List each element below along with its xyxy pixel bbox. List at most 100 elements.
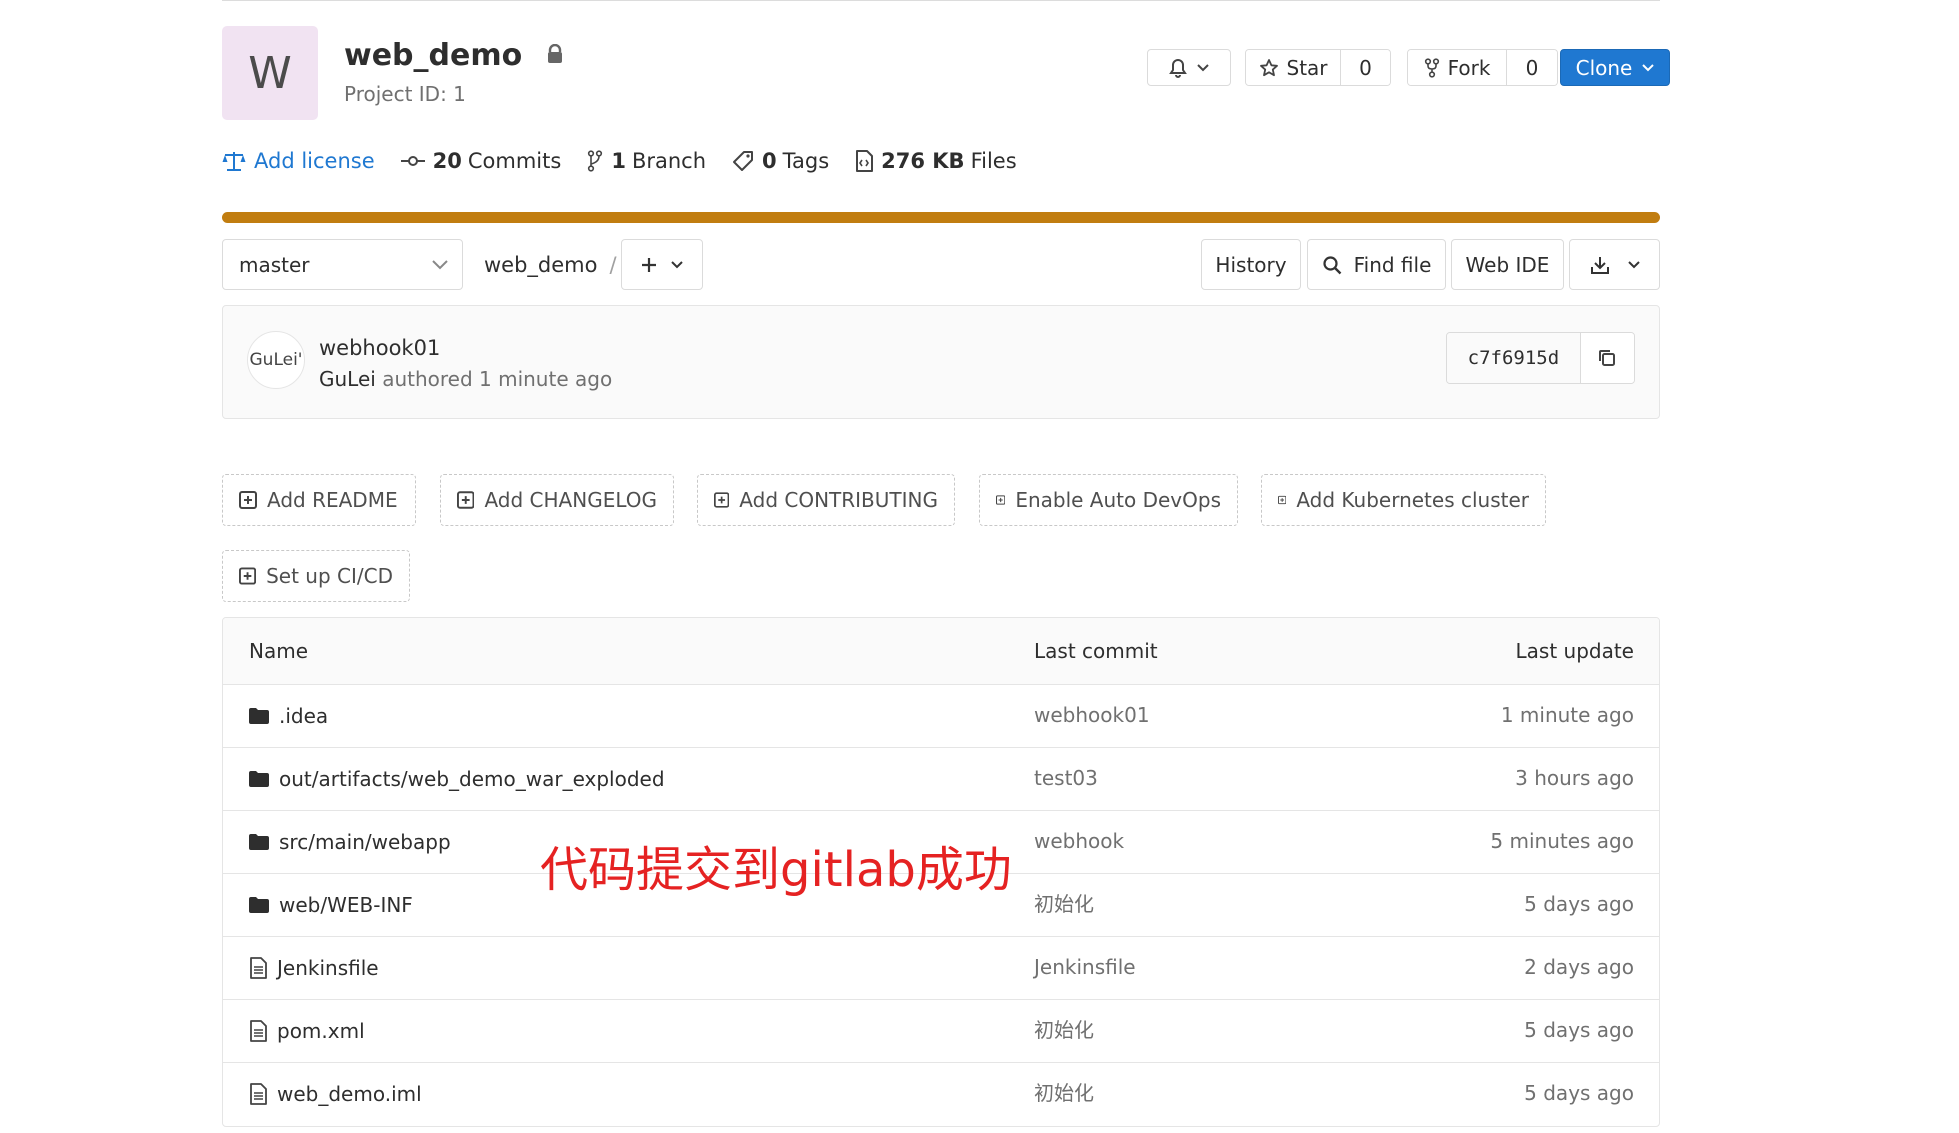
file-last-update: 5 days ago: [1524, 1018, 1634, 1042]
file-name-cell[interactable]: web_demo.iml: [249, 1062, 422, 1125]
file-last-commit[interactable]: webhook01: [1034, 684, 1150, 747]
table-row[interactable]: web_demo.iml 初始化 5 days ago: [223, 1062, 1659, 1125]
plus-square-icon: [714, 492, 730, 508]
file-last-commit[interactable]: test03: [1034, 747, 1098, 810]
setup-ci-cd-button[interactable]: Set up CI/CD: [222, 550, 410, 602]
file-name[interactable]: .idea: [279, 704, 328, 728]
folder-icon: [249, 833, 269, 850]
project-avatar[interactable]: W: [222, 26, 318, 120]
file-last-commit[interactable]: 初始化: [1034, 999, 1094, 1062]
lock-icon: [547, 43, 562, 63]
enable-auto-devops-button[interactable]: Enable Auto DevOps: [979, 474, 1238, 526]
clone-button[interactable]: Clone: [1560, 49, 1670, 86]
commit-title[interactable]: webhook01: [319, 333, 440, 363]
star-group: Star 0: [1245, 49, 1391, 86]
copy-icon: [1599, 350, 1616, 366]
file-last-update: 5 minutes ago: [1490, 829, 1634, 853]
project-name[interactable]: web_demo: [344, 38, 522, 73]
project-id: Project ID: 1: [344, 82, 466, 106]
file-last-commit[interactable]: Jenkinsfile: [1034, 936, 1136, 999]
project-avatar-letter: W: [248, 47, 292, 99]
commit-icon: [400, 156, 425, 166]
star-button[interactable]: Star: [1246, 50, 1341, 85]
file-name[interactable]: out/artifacts/web_demo_war_exploded: [279, 767, 665, 791]
table-row[interactable]: Jenkinsfile Jenkinsfile 2 days ago: [223, 936, 1659, 1000]
setup-ci-cd-label: Set up CI/CD: [266, 564, 393, 588]
file-name-cell[interactable]: web/WEB-INF: [249, 873, 413, 936]
table-header: Name Last commit Last update: [223, 618, 1659, 685]
folder-icon: [249, 707, 269, 724]
add-license-link[interactable]: Add license: [222, 149, 375, 173]
add-contributing-button[interactable]: Add CONTRIBUTING: [697, 474, 955, 526]
add-changelog-label: Add CHANGELOG: [484, 488, 657, 512]
file-name[interactable]: src/main/webapp: [279, 830, 451, 854]
files-size-value: 276 KB: [881, 149, 965, 173]
file-last-update: 1 minute ago: [1500, 703, 1634, 727]
file-name[interactable]: pom.xml: [277, 1019, 365, 1043]
file-name-cell[interactable]: pom.xml: [249, 999, 365, 1062]
commits-label: Commits: [467, 149, 562, 173]
file-name-cell[interactable]: src/main/webapp: [249, 810, 451, 873]
table-row[interactable]: .idea webhook01 1 minute ago: [223, 684, 1659, 748]
commit-author[interactable]: GuLei: [319, 367, 376, 391]
file-last-update: 5 days ago: [1524, 1081, 1634, 1105]
notification-dropdown[interactable]: [1147, 49, 1231, 86]
plus-square-icon: [239, 491, 257, 509]
header-last-update: Last update: [1515, 639, 1635, 663]
branch-dropdown[interactable]: master: [222, 239, 463, 290]
add-license-label: Add license: [254, 149, 375, 173]
files-label: Files: [970, 149, 1017, 173]
copy-sha-button[interactable]: [1579, 333, 1634, 383]
breadcrumb-root[interactable]: web_demo: [484, 253, 597, 277]
table-row[interactable]: pom.xml 初始化 5 days ago: [223, 999, 1659, 1063]
fork-group: Fork 0: [1407, 49, 1558, 86]
table-row[interactable]: out/artifacts/web_demo_war_exploded test…: [223, 747, 1659, 811]
file-last-commit[interactable]: 初始化: [1034, 1062, 1094, 1125]
top-divider: [222, 0, 1660, 1]
add-kubernetes-cluster-button[interactable]: Add Kubernetes cluster: [1261, 474, 1546, 526]
add-readme-button[interactable]: Add README: [222, 474, 416, 526]
folder-icon: [249, 770, 269, 787]
web-ide-label: Web IDE: [1465, 252, 1550, 277]
web-ide-button[interactable]: Web IDE: [1451, 239, 1564, 290]
find-file-button[interactable]: Find file: [1307, 239, 1446, 290]
commits-link[interactable]: 20 Commits: [400, 149, 562, 173]
chevron-down-icon: [671, 260, 683, 268]
avatar[interactable]: GuLei': [247, 331, 305, 389]
commit-sha[interactable]: c7f6915d: [1447, 333, 1580, 383]
chevron-down-icon: [1627, 260, 1640, 268]
file-last-update: 2 days ago: [1524, 955, 1634, 979]
file-last-update: 3 hours ago: [1515, 766, 1634, 790]
add-to-tree-dropdown[interactable]: [621, 239, 703, 290]
file-name[interactable]: web_demo.iml: [277, 1082, 422, 1106]
plus-square-icon: [457, 491, 475, 509]
star-icon: [1259, 58, 1278, 76]
file-last-commit[interactable]: 初始化: [1034, 873, 1094, 936]
commits-count: 20: [432, 149, 462, 173]
file-name-cell[interactable]: out/artifacts/web_demo_war_exploded: [249, 747, 665, 810]
file-name[interactable]: web/WEB-INF: [279, 893, 413, 917]
file-name-cell[interactable]: .idea: [249, 684, 328, 747]
add-changelog-button[interactable]: Add CHANGELOG: [440, 474, 674, 526]
download-dropdown[interactable]: [1569, 239, 1660, 290]
fork-button[interactable]: Fork: [1408, 50, 1507, 85]
file-name[interactable]: Jenkinsfile: [277, 956, 379, 980]
files-size[interactable]: 276 KB Files: [855, 149, 1017, 173]
tags-count: 0: [762, 149, 777, 173]
project-stats: Add license 20 Commits 1 Branch 0 Tags 2…: [222, 144, 1043, 178]
fork-count[interactable]: 0: [1506, 50, 1557, 85]
history-button[interactable]: History: [1201, 239, 1301, 290]
plus-square-icon: [239, 567, 257, 585]
plus-icon: [642, 257, 656, 272]
file-name-cell[interactable]: Jenkinsfile: [249, 936, 379, 999]
history-label: History: [1215, 252, 1287, 277]
tags-link[interactable]: 0 Tags: [732, 149, 829, 173]
folder-icon: [249, 896, 269, 913]
success-annotation: 代码提交到gitlab成功: [540, 842, 1012, 898]
bell-icon: [1169, 58, 1187, 78]
star-count[interactable]: 0: [1340, 50, 1390, 85]
find-file-label: Find file: [1353, 252, 1432, 277]
branches-link[interactable]: 1 Branch: [587, 149, 706, 173]
chevron-down-icon: [432, 259, 448, 269]
file-last-commit[interactable]: webhook: [1034, 810, 1124, 873]
